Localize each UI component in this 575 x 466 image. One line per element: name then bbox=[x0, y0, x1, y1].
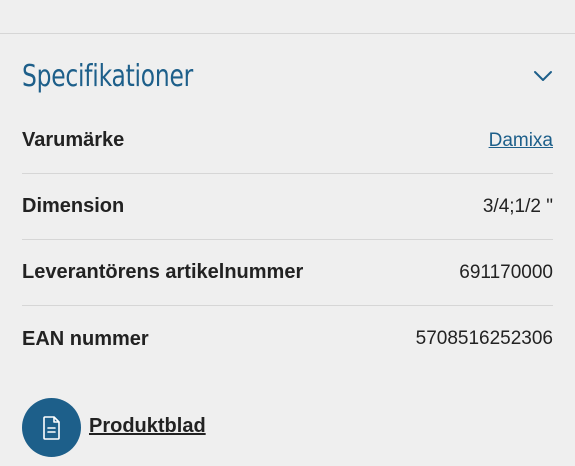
brand-link[interactable]: Damixa bbox=[489, 130, 553, 152]
spec-row-supplier-article-number: Leverantörens artikelnummer 691170000 bbox=[22, 240, 553, 306]
spec-value: 5708516252306 bbox=[415, 328, 553, 349]
spec-label: Leverantörens artikelnummer bbox=[22, 261, 304, 283]
spec-row-dimension: Dimension 3/4;1/2 " bbox=[22, 174, 553, 240]
top-divider bbox=[0, 33, 575, 34]
spec-label: Varumärke bbox=[22, 129, 125, 151]
chevron-down-icon[interactable] bbox=[533, 66, 553, 86]
specifications-accordion-header[interactable]: Specifikationer bbox=[22, 52, 553, 100]
document-icon[interactable] bbox=[22, 398, 81, 457]
product-sheet-label[interactable]: Produktblad bbox=[89, 415, 206, 438]
product-sheet-link[interactable]: Produktblad bbox=[22, 398, 206, 457]
spec-label: EAN nummer bbox=[22, 327, 149, 350]
spec-row-brand: Varumärke Damixa bbox=[22, 108, 553, 174]
spec-label: Dimension bbox=[22, 195, 125, 217]
section-title: Specifikationer bbox=[22, 58, 194, 94]
specifications-list: Varumärke Damixa Dimension 3/4;1/2 " Lev… bbox=[22, 108, 553, 372]
spec-value: 691170000 bbox=[459, 261, 553, 283]
spec-value: 3/4;1/2 " bbox=[482, 195, 553, 217]
spec-row-ean-number: EAN nummer 5708516252306 bbox=[22, 306, 553, 372]
